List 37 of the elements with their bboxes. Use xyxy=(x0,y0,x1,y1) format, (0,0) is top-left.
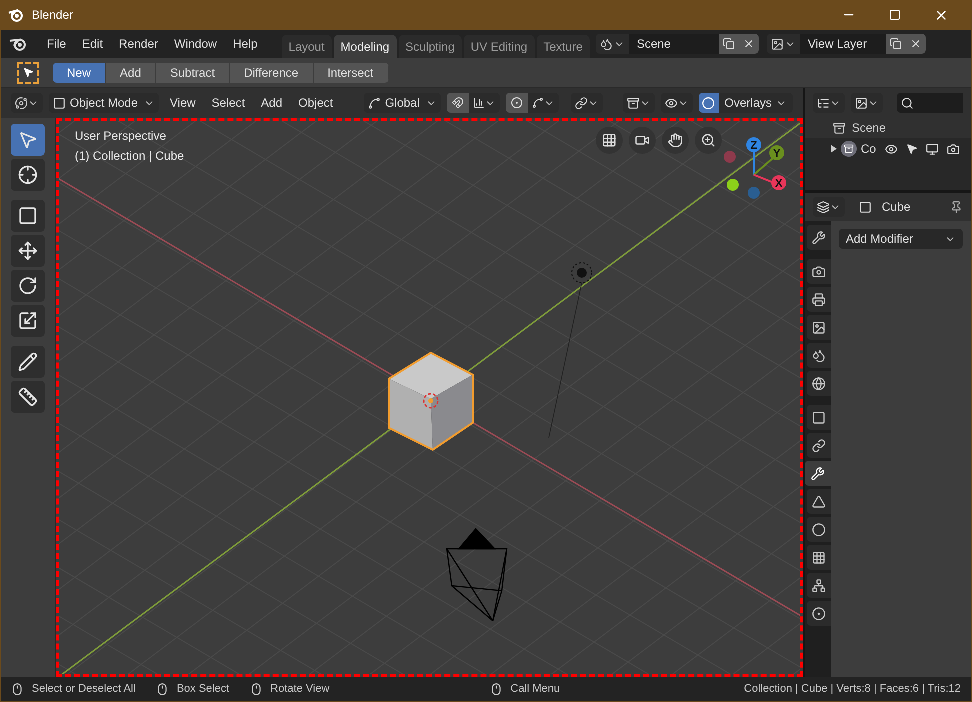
workspace-tab[interactable]: Texture xyxy=(536,35,590,58)
view-perspective-label: User Perspective xyxy=(75,128,166,145)
boolean-mode-button[interactable]: New xyxy=(53,62,106,82)
menu-item[interactable]: Add xyxy=(256,94,288,112)
workspace-tab[interactable]: Modeling xyxy=(334,35,396,58)
menu-item[interactable]: File xyxy=(39,35,74,53)
boolean-mode-button[interactable]: Add xyxy=(106,62,156,82)
workspace-tab[interactable]: Sculpting xyxy=(398,35,462,58)
overlays-dropdown[interactable]: Overlays xyxy=(718,93,793,113)
menu-item[interactable]: Edit xyxy=(74,35,112,53)
boolean-mode-button[interactable]: Difference xyxy=(230,62,314,82)
status-hint: Box Select xyxy=(176,682,230,697)
menu-item[interactable]: Select xyxy=(206,94,250,112)
navigation-gizmo-drawing[interactable]: Z Y X xyxy=(719,135,787,201)
workspace-tab[interactable]: UV Editing xyxy=(464,35,535,58)
add-modifier-dropdown[interactable]: Add Modifier xyxy=(839,229,963,249)
scene-name-field[interactable]: Scene xyxy=(628,34,719,54)
menu-item[interactable]: Help xyxy=(225,35,266,53)
outliner-item[interactable]: Co xyxy=(861,140,877,158)
boolean-mode-button[interactable]: Intersect xyxy=(314,62,389,82)
menu-item[interactable]: View xyxy=(165,94,201,112)
workspace-tab[interactable]: Layout xyxy=(282,35,332,58)
status-hint: Rotate View xyxy=(270,682,330,697)
menu-item[interactable]: Render xyxy=(111,35,166,53)
active-object-label: (1) Collection | Cube xyxy=(75,148,184,165)
status-hint: Call Menu xyxy=(510,682,560,697)
object-name: Cube xyxy=(882,199,912,216)
outliner-item[interactable]: Scene xyxy=(852,119,886,137)
mode-dropdown[interactable]: Object Mode xyxy=(49,93,159,113)
boolean-mode-button[interactable]: Subtract xyxy=(156,62,230,82)
view-layer-name-field[interactable]: View Layer xyxy=(800,34,886,54)
window-title: Blender xyxy=(32,7,74,24)
scene-statistics: Collection | Cube | Verts:8 | Faces:6 | Tris:12 xyxy=(744,682,961,697)
status-hint: Select or Deselect All xyxy=(32,682,136,697)
menu-item[interactable]: Window xyxy=(166,35,226,53)
orientation-dropdown[interactable]: Global xyxy=(364,93,441,113)
menu-item[interactable]: Object xyxy=(294,94,338,112)
